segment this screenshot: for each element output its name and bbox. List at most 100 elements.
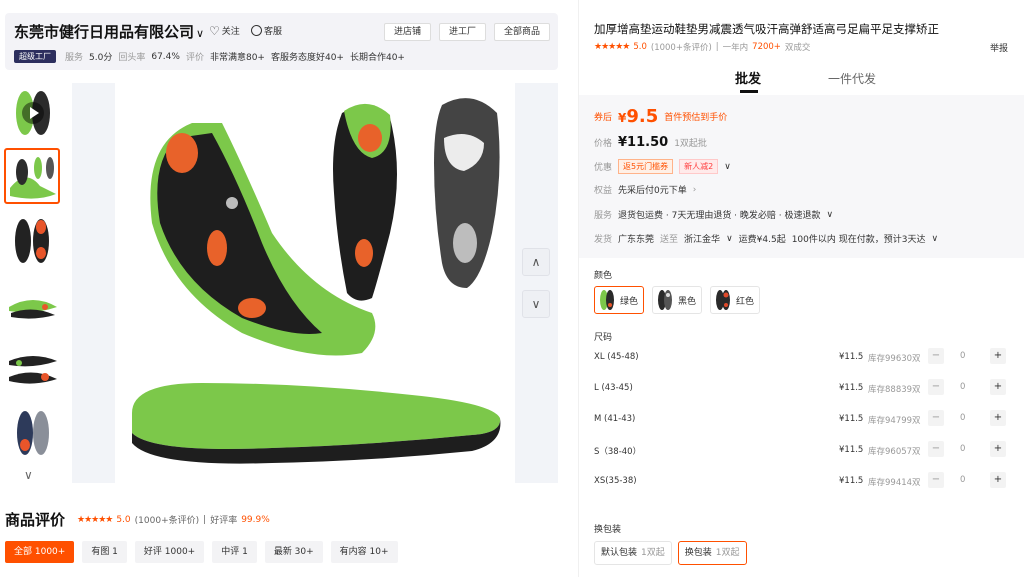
color-option-red[interactable]: 红色	[710, 286, 761, 314]
shop-name[interactable]: 东莞市健行日用品有限公司 ∨	[14, 21, 204, 42]
review-tab-neutral[interactable]: 中评 1	[212, 541, 257, 563]
chevron-right-icon[interactable]: ›	[693, 185, 697, 195]
new-user-tag[interactable]: 新人减2	[679, 159, 719, 174]
enter-factory-button[interactable]: 进工厂	[438, 23, 486, 41]
quantity-minus-button[interactable]: −	[928, 379, 944, 395]
thumbnail[interactable]	[4, 404, 60, 460]
review-tab-latest[interactable]: 最新 30+	[264, 541, 323, 563]
customer-service-button[interactable]: 客服	[251, 24, 282, 37]
review-tab-images[interactable]: 有图 1	[82, 541, 127, 563]
promo-label: 优惠	[594, 163, 613, 173]
review-score: 5.0	[116, 514, 131, 525]
size-price: ¥11.5	[839, 383, 864, 393]
size-price: ¥11.5	[839, 476, 864, 486]
packaging-option-default[interactable]: 默认包装 1双起	[594, 541, 672, 565]
enter-shop-button[interactable]: 进店铺	[383, 23, 431, 41]
review-tab-content[interactable]: 有内容 10+	[330, 541, 398, 563]
image-prev-button[interactable]: ∧	[522, 248, 550, 276]
thumbnail[interactable]	[4, 212, 60, 268]
ship-time[interactable]: 100件以内 现在付款，预计3天达	[792, 232, 926, 245]
insole-product-photo	[132, 98, 501, 464]
color-option-green[interactable]: 绿色	[594, 286, 645, 314]
quantity-plus-button[interactable]: +	[990, 379, 1006, 395]
shop-stats: 超级工厂 服务 5.0分 回头率 67.4% 评价 非常满意80+ 客服务态度好…	[14, 50, 405, 63]
good-rate-label: 好评率	[210, 516, 238, 526]
chevron-down-icon[interactable]: ∨	[827, 210, 834, 220]
size-name: XS(35-38)	[594, 476, 637, 486]
quantity-plus-button[interactable]: +	[990, 441, 1006, 457]
quantity-plus-button[interactable]: +	[990, 348, 1006, 364]
quantity-plus-button[interactable]: +	[990, 410, 1006, 426]
quantity-plus-button[interactable]: +	[990, 472, 1006, 488]
quantity-minus-button[interactable]: −	[928, 410, 944, 426]
quantity-value[interactable]: 0	[960, 382, 965, 392]
chevron-down-icon[interactable]: ∨	[931, 234, 938, 244]
chevron-down-icon[interactable]: ∨	[724, 162, 731, 172]
thumbnail-video[interactable]	[4, 84, 60, 140]
review-tab-positive[interactable]: 好评 1000+	[134, 541, 205, 563]
packaging-options: 默认包装 1双起 换包装 1双起	[594, 541, 747, 565]
ship-to-selector[interactable]: 浙江金华	[684, 232, 720, 245]
quantity-value[interactable]: 0	[960, 444, 965, 454]
shop-buttons: 进店铺 进工厂 全部商品	[383, 23, 550, 41]
rights-row: 权益 先采后付0元下单 ›	[594, 183, 697, 197]
service-list[interactable]: 退货包运费 · 7天无理由退货 · 晚发必赔 · 极速退款	[618, 208, 820, 221]
size-table: XL (45-48) ¥11.5 库存99630双 − 0 + L (43-45…	[594, 348, 1014, 503]
thumbnail-selected[interactable]	[4, 148, 60, 204]
image-next-button[interactable]: ∨	[522, 290, 550, 318]
follow-label: 关注	[221, 27, 240, 37]
quantity-value[interactable]: 0	[960, 413, 965, 423]
review-tab-all[interactable]: 全部 1000+	[5, 541, 75, 563]
insole-thumbnail-image	[17, 411, 49, 455]
packaging-label: 换包装	[594, 525, 622, 535]
green-insole-swatch	[600, 290, 614, 310]
quantity-minus-button[interactable]: −	[928, 348, 944, 364]
color-label: 颜色	[594, 271, 613, 281]
price-row: 价格 ¥11.50 1双起批	[594, 135, 707, 150]
good-rate-value: 99.9%	[241, 514, 270, 525]
chevron-down-icon[interactable]: ∨	[24, 468, 33, 482]
stat-return-value: 67.4%	[151, 51, 180, 62]
star-rating: ★★★★★	[594, 42, 630, 52]
coupon-tag[interactable]: 返5元门槛券	[618, 159, 674, 174]
color-name: 红色	[736, 296, 755, 307]
service-icon	[251, 25, 262, 36]
size-row: L (43-45) ¥11.5 库存88839双 − 0 +	[594, 379, 1014, 410]
stat-tag: 客服务态度好40+	[270, 53, 344, 63]
rights-text[interactable]: 先采后付0元下单	[618, 183, 687, 196]
quantity-value[interactable]: 0	[960, 351, 965, 361]
size-price: ¥11.5	[839, 445, 864, 455]
tab-dropship[interactable]: 一件代发	[828, 70, 876, 87]
main-product-image[interactable]	[72, 83, 558, 483]
color-name: 黑色	[678, 296, 697, 307]
ship-label: 发货	[594, 235, 613, 245]
tab-wholesale[interactable]: 批发	[735, 68, 761, 87]
quantity-value[interactable]: 0	[960, 475, 965, 485]
quantity-minus-button[interactable]: −	[928, 441, 944, 457]
size-stock: 库存96057双	[868, 447, 921, 457]
pack-name: 默认包装	[601, 548, 638, 558]
chevron-down-icon[interactable]: ∨	[196, 27, 204, 40]
color-option-black[interactable]: 黑色	[652, 286, 703, 314]
coupon-note[interactable]: 首件预估到手价	[664, 110, 727, 123]
size-stock: 库存99630双	[868, 354, 921, 364]
size-row: S（38-40） ¥11.5 库存96057双 − 0 +	[594, 441, 1014, 472]
color-options: 绿色 黑色 红色	[594, 286, 761, 314]
quantity-minus-button[interactable]: −	[928, 472, 944, 488]
all-products-button[interactable]: 全部商品	[493, 23, 550, 41]
follow-button[interactable]: ♡ 关注	[209, 24, 240, 38]
star-rating: ★★★★★	[77, 514, 113, 525]
pack-moq: 1双起	[715, 548, 740, 558]
chevron-down-icon[interactable]: ∨	[726, 234, 733, 244]
coupon-label: 券后	[594, 113, 613, 123]
report-link[interactable]: 举报	[990, 41, 1008, 54]
size-price: ¥11.5	[839, 414, 864, 424]
thumbnail[interactable]	[4, 340, 60, 396]
promo-row: 优惠 返5元门槛券 新人减2 ∨	[594, 159, 731, 174]
product-review-count[interactable]: (1000+条评价)	[651, 41, 712, 53]
packaging-option-change[interactable]: 换包装 1双起	[677, 541, 747, 565]
insole-thumbnail-image	[9, 356, 57, 384]
thumbnail[interactable]	[4, 276, 60, 332]
service-row: 服务 退货包运费 · 7天无理由退货 · 晚发必赔 · 极速退款 ∨	[594, 208, 834, 222]
thumbnail-list: ∨	[4, 84, 62, 484]
